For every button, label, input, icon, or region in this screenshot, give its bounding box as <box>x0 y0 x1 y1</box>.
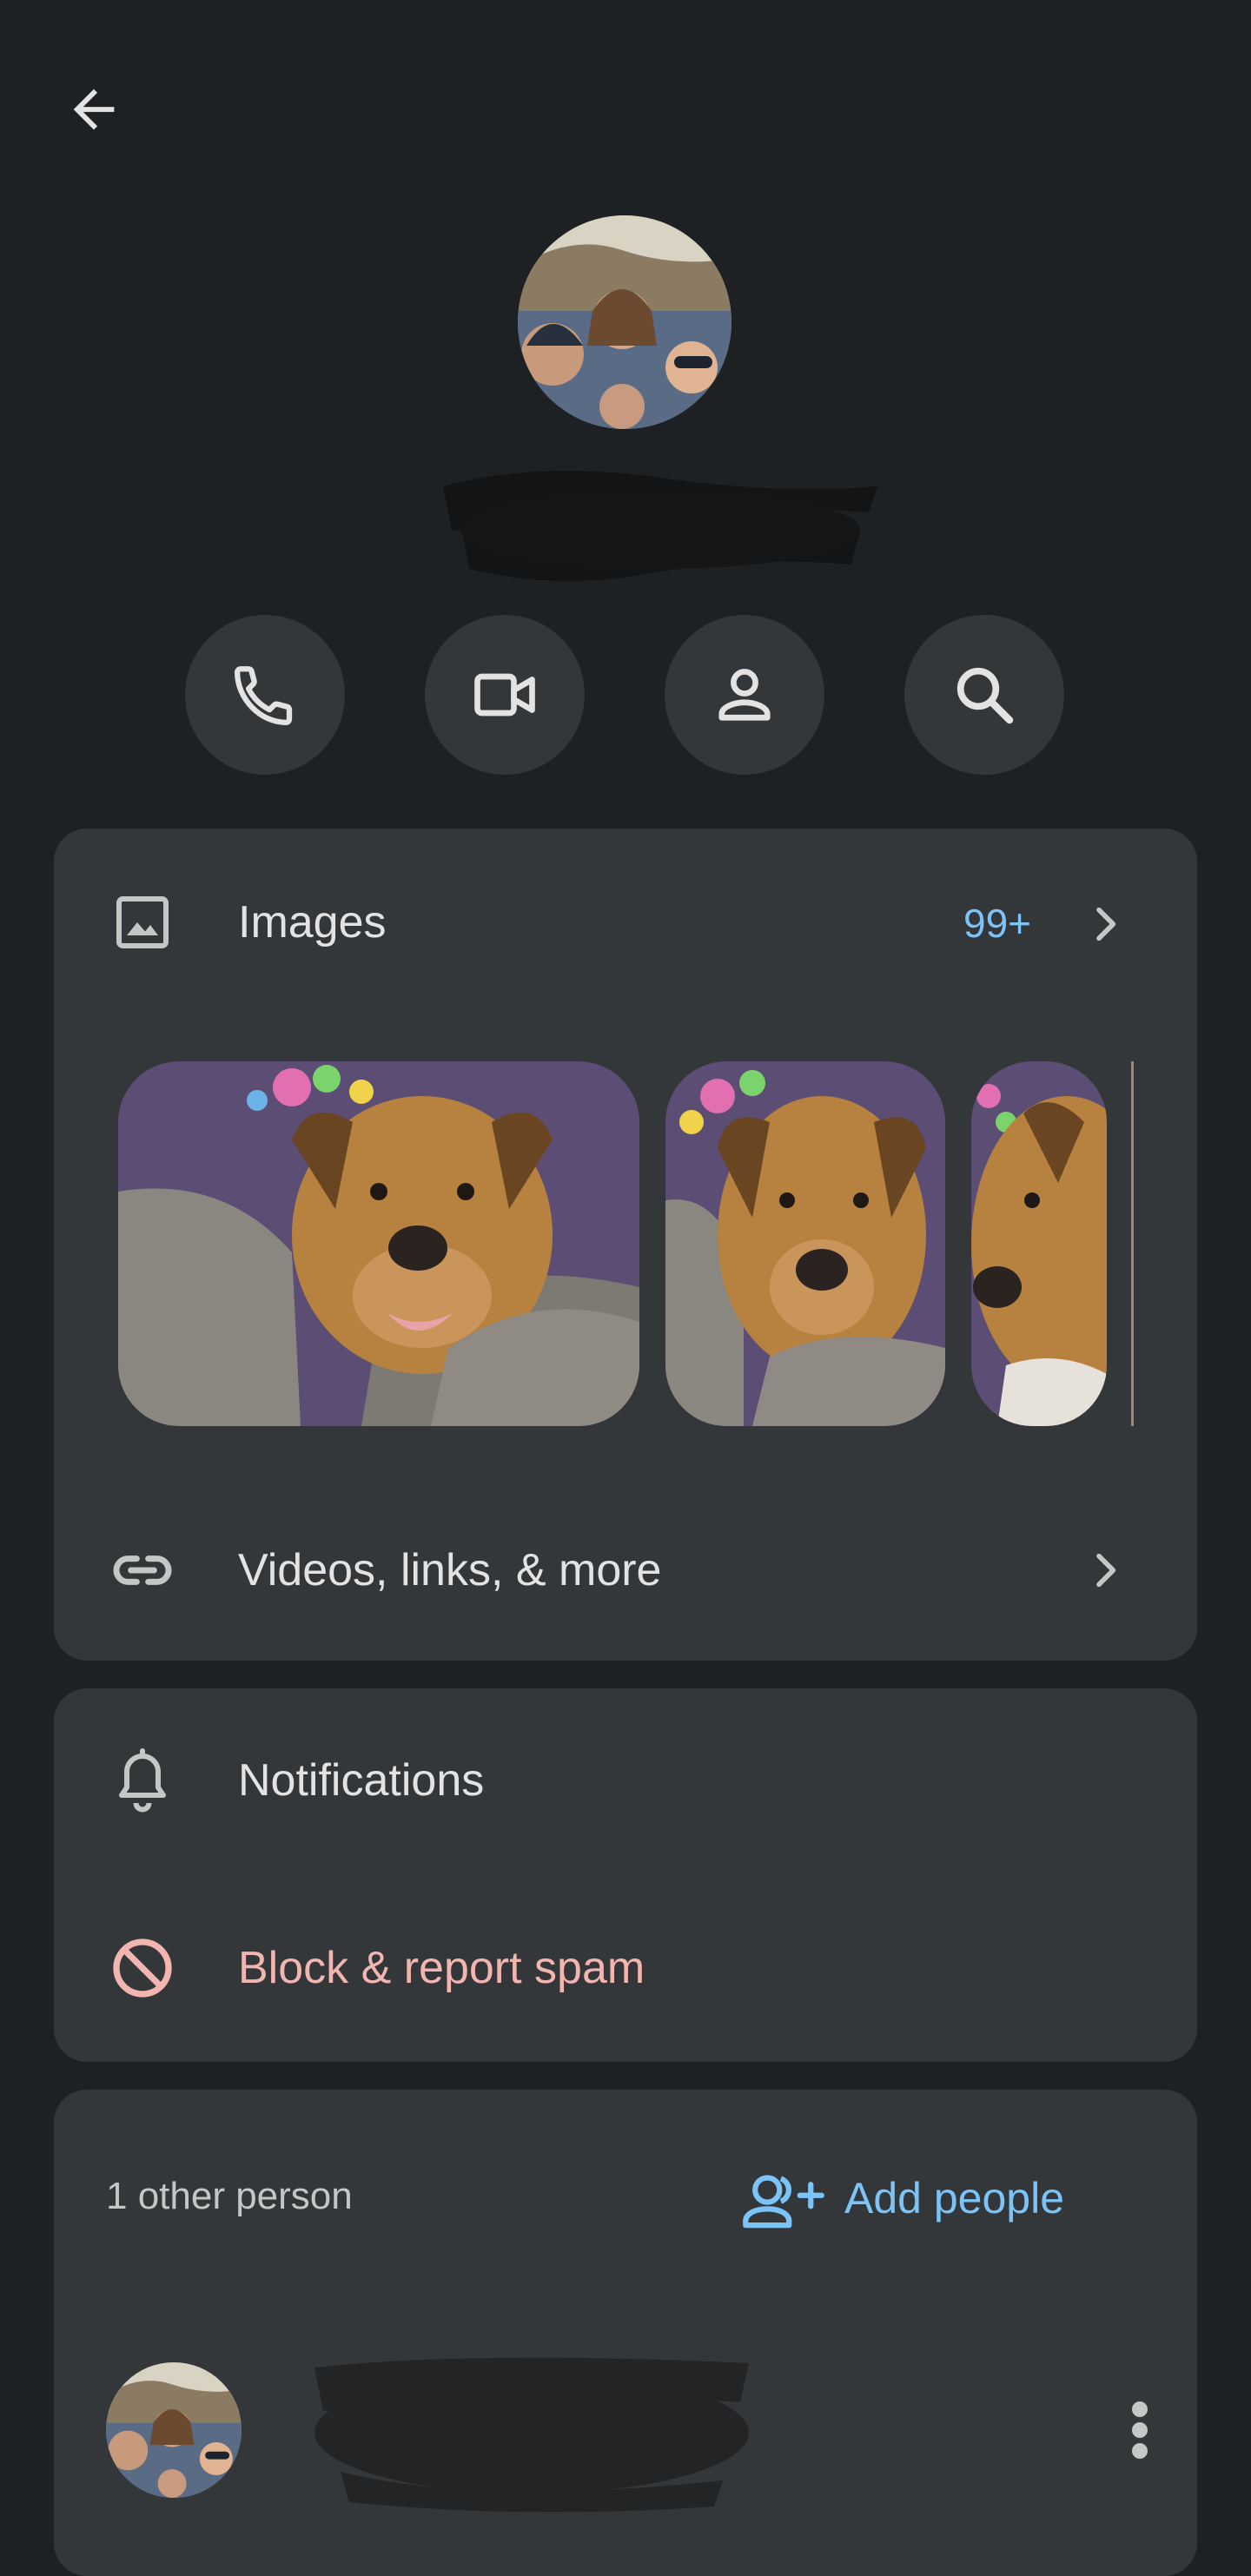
image-thumbnail[interactable] <box>665 1061 945 1426</box>
redacted-participant-name <box>306 2350 758 2515</box>
image-thumbnail[interactable] <box>118 1061 639 1426</box>
block-report-label: Block & report spam <box>238 1943 645 1993</box>
images-row[interactable]: Images 99+ <box>54 829 1197 1014</box>
block-report-row[interactable]: Block & report spam <box>54 1874 1197 2062</box>
participants-count: 1 other person <box>106 2175 353 2217</box>
add-people-button[interactable]: Add people <box>740 2150 1140 2246</box>
link-icon <box>113 1556 172 1585</box>
call-button[interactable] <box>185 615 345 775</box>
phone-icon <box>235 666 293 725</box>
image-thumbnail-edge <box>1131 1061 1134 1426</box>
video-camera-icon <box>474 673 535 717</box>
notifications-label: Notifications <box>238 1755 485 1806</box>
arrow-back-icon <box>73 89 115 130</box>
back-button[interactable] <box>54 75 134 144</box>
participant-row[interactable] <box>54 2350 1197 2524</box>
people-card: 1 other person Add people <box>54 2090 1197 2576</box>
bell-icon <box>119 1748 166 1813</box>
person-icon <box>718 669 771 721</box>
block-icon <box>113 1939 172 1998</box>
redacted-name <box>434 460 886 591</box>
chevron-right-icon <box>1096 907 1116 941</box>
add-people-label: Add people <box>844 2174 1065 2223</box>
notifications-row[interactable]: Notifications <box>54 1688 1197 1874</box>
add-person-icon <box>743 2175 824 2229</box>
search-icon <box>956 667 1014 724</box>
chevron-right-icon <box>1096 1553 1116 1588</box>
images-count-badge: 99+ <box>963 901 1032 946</box>
settings-card: Notifications Block & report spam <box>54 1688 1197 2062</box>
images-label: Images <box>238 897 387 948</box>
more-options-icon[interactable] <box>1129 2399 1150 2461</box>
conversation-avatar <box>518 215 731 429</box>
participant-avatar <box>106 2362 242 2498</box>
videos-links-label: Videos, links, & more <box>238 1545 662 1595</box>
video-call-button[interactable] <box>425 615 585 775</box>
contact-details-button[interactable] <box>665 615 824 775</box>
media-card: Images 99+ Videos, links, & more <box>54 829 1197 1661</box>
videos-links-row[interactable]: Videos, links, & more <box>54 1476 1197 1661</box>
search-conversation-button[interactable] <box>904 615 1064 775</box>
image-thumbnail[interactable] <box>971 1061 1107 1426</box>
image-icon <box>116 896 169 948</box>
